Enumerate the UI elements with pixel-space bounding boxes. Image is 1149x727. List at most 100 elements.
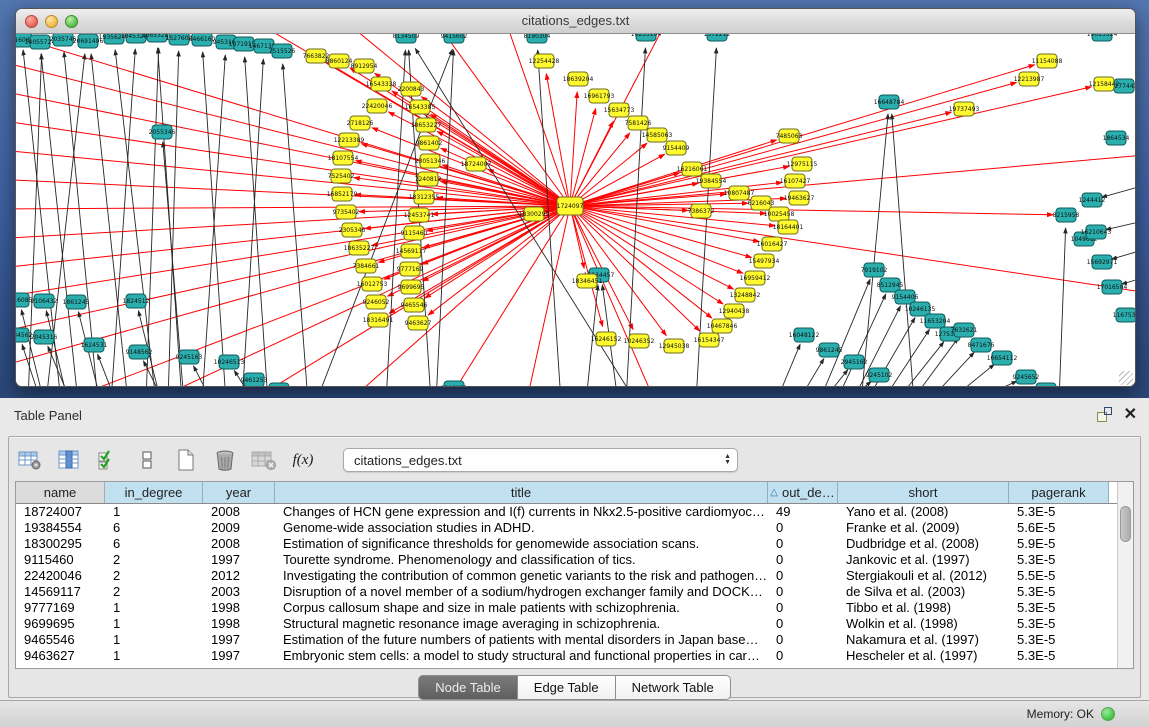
table-cell[interactable]: 1997 (203, 552, 275, 568)
float-panel-icon[interactable] (1097, 407, 1112, 422)
table-cell[interactable]: Wolkin et al. (1998) (838, 616, 1009, 632)
checklist-icon[interactable] (95, 447, 121, 473)
network-canvas[interactable]: 2016085914055724203574620691406193562411… (16, 34, 1135, 387)
table-cell[interactable]: 18300295 (16, 536, 105, 552)
table-row[interactable]: 946362711997Embryonic stem cells: a mode… (16, 648, 1117, 664)
close-panel-icon[interactable]: ✕ (1124, 408, 1137, 422)
table-cell[interactable]: 9699695 (16, 616, 105, 632)
table-cell[interactable]: 6 (105, 520, 203, 536)
table-row[interactable]: 1938455462009Genome-wide association stu… (16, 520, 1117, 536)
table-vertical-scrollbar[interactable] (1117, 482, 1133, 668)
column-select-icon[interactable] (56, 447, 82, 473)
table-cell[interactable]: 5.3E-5 (1009, 600, 1109, 616)
table-cell[interactable]: 5.3E-5 (1009, 648, 1109, 664)
network-window-titlebar[interactable]: citations_edges.txt (16, 9, 1135, 34)
table-cell[interactable]: Stergiakouli et al. (2012) (838, 568, 1009, 584)
table-cell[interactable]: 9777169 (16, 600, 105, 616)
scrollbar-thumb[interactable] (1120, 506, 1131, 542)
table-cell[interactable]: 0 (768, 648, 838, 664)
table-cell[interactable]: 0 (768, 552, 838, 568)
table-cell[interactable]: 5.3E-5 (1009, 584, 1109, 600)
new-document-icon[interactable] (173, 447, 199, 473)
table-cell[interactable]: Structural magnetic resonance image aver… (275, 616, 768, 632)
table-row[interactable]: 1456911722003Disruption of a novel membe… (16, 584, 1117, 600)
table-cell[interactable]: Dudbridge et al. (2008) (838, 536, 1009, 552)
table-cell[interactable]: Nakamura et al. (1997) (838, 632, 1009, 648)
table-row[interactable]: 946554611997Estimation of the future num… (16, 632, 1117, 648)
table-cell[interactable]: 22420046 (16, 568, 105, 584)
table-cell[interactable]: 5.3E-5 (1009, 632, 1109, 648)
rows-icon[interactable] (134, 447, 160, 473)
column-header-in_degree[interactable]: in_degree (105, 482, 203, 503)
table-cell[interactable]: 5.3E-5 (1009, 616, 1109, 632)
table-cell[interactable]: 1997 (203, 632, 275, 648)
column-header-name[interactable]: name (16, 482, 105, 503)
table-cell[interactable]: 49 (768, 504, 838, 520)
table-cell[interactable]: 1 (105, 616, 203, 632)
table-cell[interactable]: Tibbo et al. (1998) (838, 600, 1009, 616)
table-cell[interactable]: 6 (105, 536, 203, 552)
table-row[interactable]: 2242004622012Investigating the contribut… (16, 568, 1117, 584)
function-icon[interactable]: f(x) (290, 447, 316, 473)
table-cell[interactable]: 1 (105, 648, 203, 664)
table-cell[interactable]: 2003 (203, 584, 275, 600)
table-cell[interactable]: 2008 (203, 536, 275, 552)
resize-grip[interactable] (1119, 371, 1133, 385)
table-cell[interactable]: 0 (768, 600, 838, 616)
delete-table-icon[interactable] (251, 447, 277, 473)
table-cell[interactable]: 2009 (203, 520, 275, 536)
tab-node-table[interactable]: Node Table (418, 675, 518, 700)
table-cell[interactable]: 9463627 (16, 648, 105, 664)
table-cell[interactable]: Corpus callosum shape and size in male p… (275, 600, 768, 616)
table-cell[interactable]: Jankovic et al. (1997) (838, 552, 1009, 568)
table-row[interactable]: 911546021997Tourette syndrome. Phenomeno… (16, 552, 1117, 568)
column-header-pagerank[interactable]: pagerank (1009, 482, 1109, 503)
table-settings-icon[interactable] (17, 447, 43, 473)
column-header-out_de[interactable]: △out_de… (768, 482, 838, 503)
column-header-short[interactable]: short (838, 482, 1009, 503)
table-cell[interactable]: 0 (768, 632, 838, 648)
trash-icon[interactable] (212, 447, 238, 473)
table-cell[interactable]: 2012 (203, 568, 275, 584)
table-selector[interactable]: citations_edges.txt ▲▼ (343, 448, 738, 472)
network-node-teal[interactable] (444, 381, 464, 387)
table-cell[interactable]: Embryonic stem cells: a model to study s… (275, 648, 768, 664)
table-cell[interactable]: 5.3E-5 (1009, 552, 1109, 568)
table-cell[interactable]: 2 (105, 568, 203, 584)
table-cell[interactable]: 1 (105, 600, 203, 616)
table-cell[interactable]: 1997 (203, 648, 275, 664)
table-cell[interactable]: 9465546 (16, 632, 105, 648)
network-node-teal[interactable] (1036, 383, 1056, 387)
table-cell[interactable]: Hescheler et al. (1997) (838, 648, 1009, 664)
table-cell[interactable]: Investigating the contribution of common… (275, 568, 768, 584)
citation-network-graph[interactable]: 2016085914055724203574620691406193562411… (16, 34, 1135, 387)
table-cell[interactable]: Disruption of a novel member of a sodium… (275, 584, 768, 600)
tab-edge-table[interactable]: Edge Table (518, 675, 616, 700)
table-cell[interactable]: 0 (768, 520, 838, 536)
table-cell[interactable]: 0 (768, 568, 838, 584)
table-cell[interactable]: 5.3E-5 (1009, 504, 1109, 520)
table-cell[interactable]: Franke et al. (2009) (838, 520, 1009, 536)
table-cell[interactable]: 0 (768, 584, 838, 600)
table-cell[interactable]: 1998 (203, 600, 275, 616)
table-cell[interactable]: 1 (105, 632, 203, 648)
column-header-year[interactable]: year (203, 482, 275, 503)
table-cell[interactable]: Estimation of the future numbers of pati… (275, 632, 768, 648)
table-cell[interactable]: Changes of HCN gene expression and I(f) … (275, 504, 768, 520)
table-cell[interactable]: Yano et al. (2008) (838, 504, 1009, 520)
table-cell[interactable]: Genome-wide association studies in ADHD. (275, 520, 768, 536)
table-cell[interactable]: 0 (768, 536, 838, 552)
table-cell[interactable]: de Silva et al. (2003) (838, 584, 1009, 600)
column-header-title[interactable]: title (275, 482, 768, 503)
table-cell[interactable]: 1998 (203, 616, 275, 632)
table-row[interactable]: 1830029562008Estimation of significance … (16, 536, 1117, 552)
table-cell[interactable]: 5.5E-5 (1009, 568, 1109, 584)
table-cell[interactable]: 19384554 (16, 520, 105, 536)
table-cell[interactable]: 0 (768, 616, 838, 632)
table-cell[interactable]: 1 (105, 504, 203, 520)
table-cell[interactable]: 9115460 (16, 552, 105, 568)
table-cell[interactable]: Tourette syndrome. Phenomenology and cla… (275, 552, 768, 568)
network-node-teal[interactable] (269, 383, 289, 387)
table-cell[interactable]: Estimation of significance thresholds fo… (275, 536, 768, 552)
table-cell[interactable]: 14569117 (16, 584, 105, 600)
